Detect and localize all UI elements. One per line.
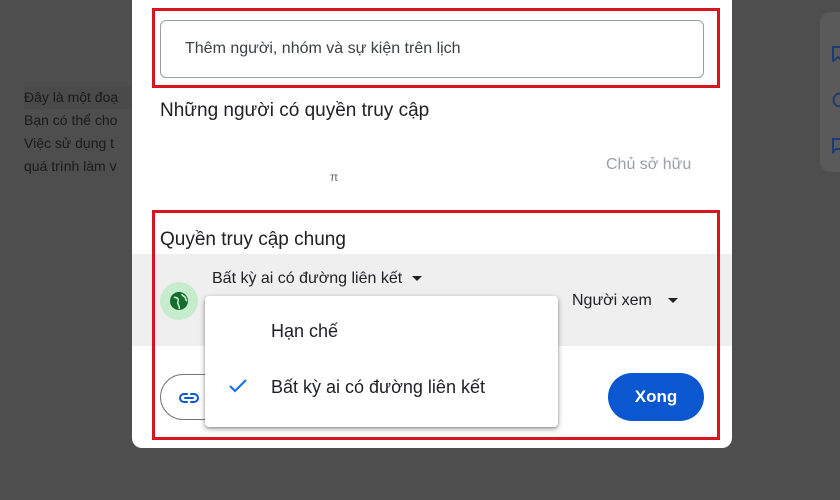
- access-level-dropdown[interactable]: Bất kỳ ai có đường liên kết: [212, 270, 423, 288]
- menu-item-restricted[interactable]: Hạn chế: [205, 306, 558, 356]
- add-people-input[interactable]: [161, 21, 703, 77]
- add-people-field[interactable]: [160, 20, 704, 78]
- menu-item-label: Hạn chế: [271, 321, 339, 341]
- history-icon[interactable]: [832, 92, 840, 108]
- menu-item-anyone-with-link[interactable]: Bất kỳ ai có đường liên kết: [205, 362, 558, 412]
- chevron-down-icon: [667, 298, 678, 304]
- check-icon: [229, 379, 247, 393]
- general-access-title: Quyền truy cập chung: [160, 229, 346, 250]
- menu-item-label: Bất kỳ ai có đường liên kết: [271, 377, 485, 397]
- chevron-down-icon: [412, 276, 423, 282]
- access-level-label: Bất kỳ ai có đường liên kết: [212, 270, 403, 287]
- owner-role-label: Chủ sở hữu: [606, 156, 692, 173]
- side-panel: [820, 12, 840, 172]
- comment-icon[interactable]: [832, 138, 840, 155]
- role-label: Người xem: [572, 292, 652, 309]
- role-dropdown[interactable]: Người xem: [572, 292, 678, 310]
- link-icon: [179, 393, 199, 403]
- owner-avatar: π: [330, 170, 339, 184]
- globe-icon: [160, 282, 198, 320]
- bookmark-icon[interactable]: [832, 46, 840, 64]
- done-button[interactable]: Xong: [608, 373, 704, 421]
- access-level-menu: Hạn chế Bất kỳ ai có đường liên kết: [205, 296, 558, 427]
- people-with-access-title: Những người có quyền truy cập: [160, 100, 430, 121]
